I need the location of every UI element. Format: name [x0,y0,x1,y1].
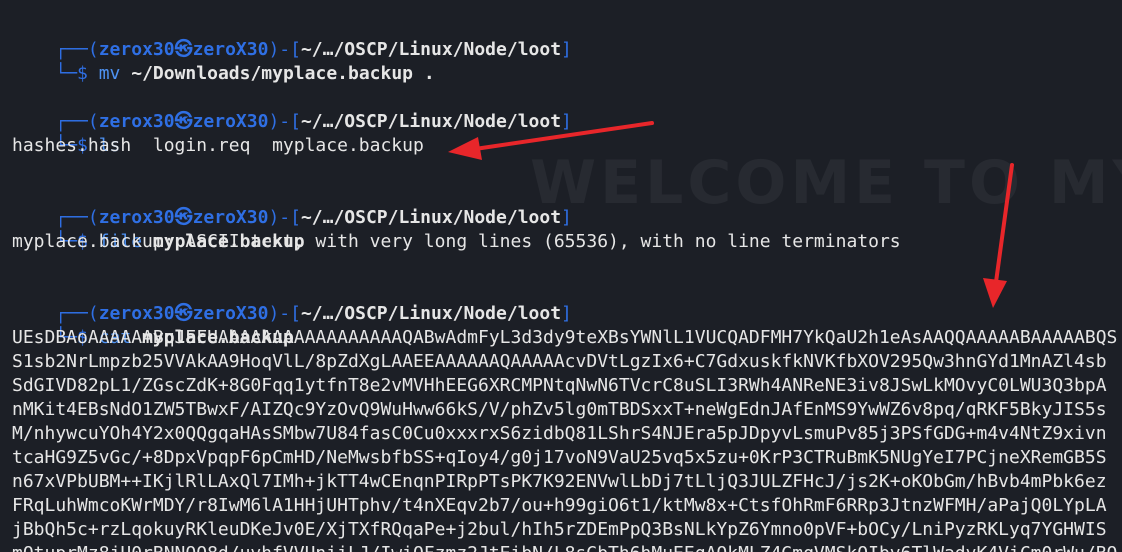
arrow-to-cat-output [983,163,1014,308]
annotation-arrows [448,121,1014,308]
terminal-window: WELCOME TO MY ┌──(zerox30㉿zeroX30)-[~/…/… [0,0,1122,552]
arrow-to-ls-output [448,121,654,160]
